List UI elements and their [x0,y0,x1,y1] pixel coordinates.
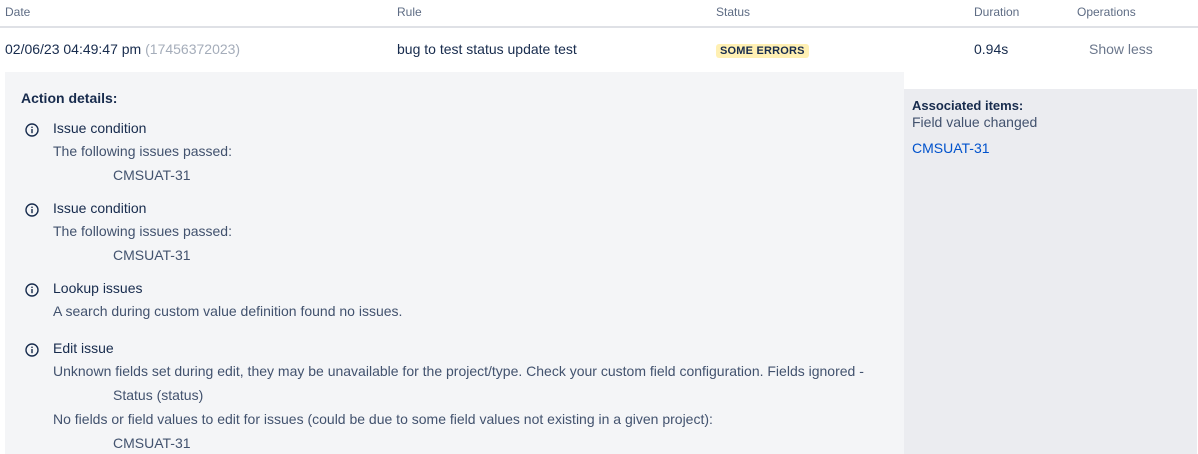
row-date-value: 02/06/23 04:49:47 pm [5,41,142,57]
action-message: The following issues passed: [53,223,232,239]
action-issue-key: CMSUAT-31 [113,167,191,183]
status-badge: SOME ERRORS [716,41,809,58]
row-execution-id: (17456372023) [145,41,241,57]
action-message: No fields or field values to edit for is… [53,411,713,427]
row-duration: 0.94s [974,41,1009,57]
action-message: A search during custom value definition … [53,303,403,319]
action-issue-key: CMSUAT-31 [113,435,191,451]
action-issue-key: CMSUAT-31 [113,247,191,263]
action-message: The following issues passed: [53,143,232,159]
action-details-title: Action details: [21,90,118,106]
info-icon [25,283,39,297]
associated-items-label: Associated items: [912,98,1024,113]
table-row[interactable]: 02/06/23 04:49:47 pm (17456372023) bug t… [0,28,1198,72]
action-name: Issue condition [53,120,147,136]
action-name: Issue condition [53,200,147,216]
action-message: Unknown fields set during edit, they may… [53,363,864,379]
show-less-link[interactable]: Show less [1089,41,1153,57]
associated-issue-link[interactable]: CMSUAT-31 [912,140,990,156]
header-rule[interactable]: Rule [397,5,422,19]
status-badge-label: SOME ERRORS [716,44,809,58]
row-date: 02/06/23 04:49:47 pm (17456372023) [5,41,240,57]
table-header: Date Rule Status Duration Operations [0,0,1198,28]
action-name: Lookup issues [53,280,143,296]
header-duration[interactable]: Duration [974,5,1019,19]
header-status[interactable]: Status [716,5,750,19]
info-icon [25,203,39,217]
row-rule: bug to test status update test [397,41,577,57]
header-operations: Operations [1077,5,1136,19]
header-date[interactable]: Date [5,5,30,19]
action-name: Edit issue [53,340,114,356]
associated-items-panel: Associated items: Field value changed CM… [904,89,1197,454]
info-icon [25,123,39,137]
associated-items-value: Field value changed [912,114,1038,130]
info-icon [25,343,39,357]
action-ignored-field: Status (status) [113,387,204,403]
